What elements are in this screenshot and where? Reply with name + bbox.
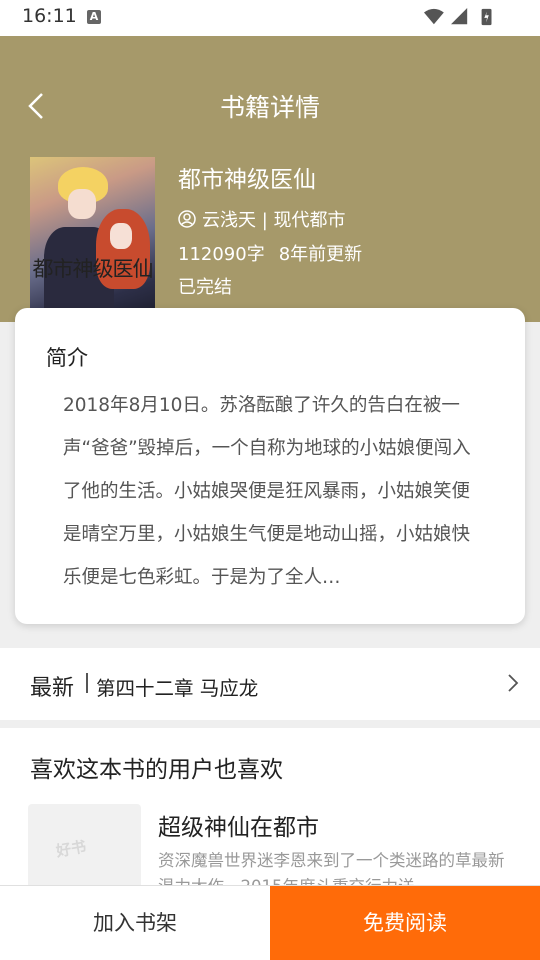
placeholder-logo: 好书 bbox=[54, 837, 88, 861]
book-title: 都市神级医仙 bbox=[178, 167, 316, 193]
notification-icon: A bbox=[87, 10, 101, 24]
book-status: 已完结 bbox=[178, 277, 232, 298]
update-time: 8年前更新 bbox=[278, 244, 363, 265]
latest-chapter-row[interactable]: 最新 第四十二章 马应龙 bbox=[0, 648, 540, 720]
book-cover: 都市神级医仙 bbox=[30, 157, 155, 322]
rec-book-title[interactable]: 超级神仙在都市 bbox=[158, 808, 319, 842]
book-meta: 112090字 8年前更新 bbox=[178, 240, 362, 266]
add-to-shelf-button[interactable]: 加入书架 bbox=[0, 886, 270, 960]
chevron-right-icon bbox=[508, 674, 519, 692]
signal-icon bbox=[451, 8, 468, 25]
book-header: 书籍详情 都市神级医仙 都市神级医仙 云浅天 | 现代都市 112090字 8年前… bbox=[0, 36, 540, 322]
page-title: 书籍详情 bbox=[219, 93, 320, 122]
status-time: 16:11 bbox=[22, 5, 77, 27]
status-bar: 16:11 A bbox=[0, 0, 540, 36]
free-read-button[interactable]: 免费阅读 bbox=[270, 886, 540, 960]
intro-text: 2018年8月10日。苏洛酝酿了许久的告白在被一声“爸爸”毁掉后，一个自称为地球… bbox=[63, 395, 471, 588]
word-count: 112090字 bbox=[178, 244, 265, 265]
bottom-action-bar: 加入书架 免费阅读 bbox=[0, 885, 540, 960]
cover-title: 都市神级医仙 bbox=[32, 257, 154, 281]
intro-heading: 简介 bbox=[46, 346, 88, 370]
divider bbox=[86, 673, 88, 693]
recommend-heading: 喜欢这本书的用户也喜欢 bbox=[30, 757, 283, 783]
system-status-icons bbox=[424, 8, 492, 26]
intro-card[interactable]: 简介 2018年8月10日。苏洛酝酿了许久的告白在被一声“爸爸”毁掉后，一个自称… bbox=[15, 308, 525, 624]
latest-label: 最新 bbox=[30, 676, 75, 701]
latest-chapter-title: 第四十二章 马应龙 bbox=[96, 677, 259, 700]
wifi-icon bbox=[424, 8, 444, 25]
user-icon bbox=[178, 210, 196, 228]
author-genre: 云浅天 | 现代都市 bbox=[202, 210, 346, 231]
rec-book-desc: 资深魔兽世界迷李恩来到了一个类迷路的草最新温力太作，2015年度斗重交行力送 bbox=[158, 851, 505, 888]
author-row[interactable]: 云浅天 | 现代都市 bbox=[178, 206, 346, 232]
